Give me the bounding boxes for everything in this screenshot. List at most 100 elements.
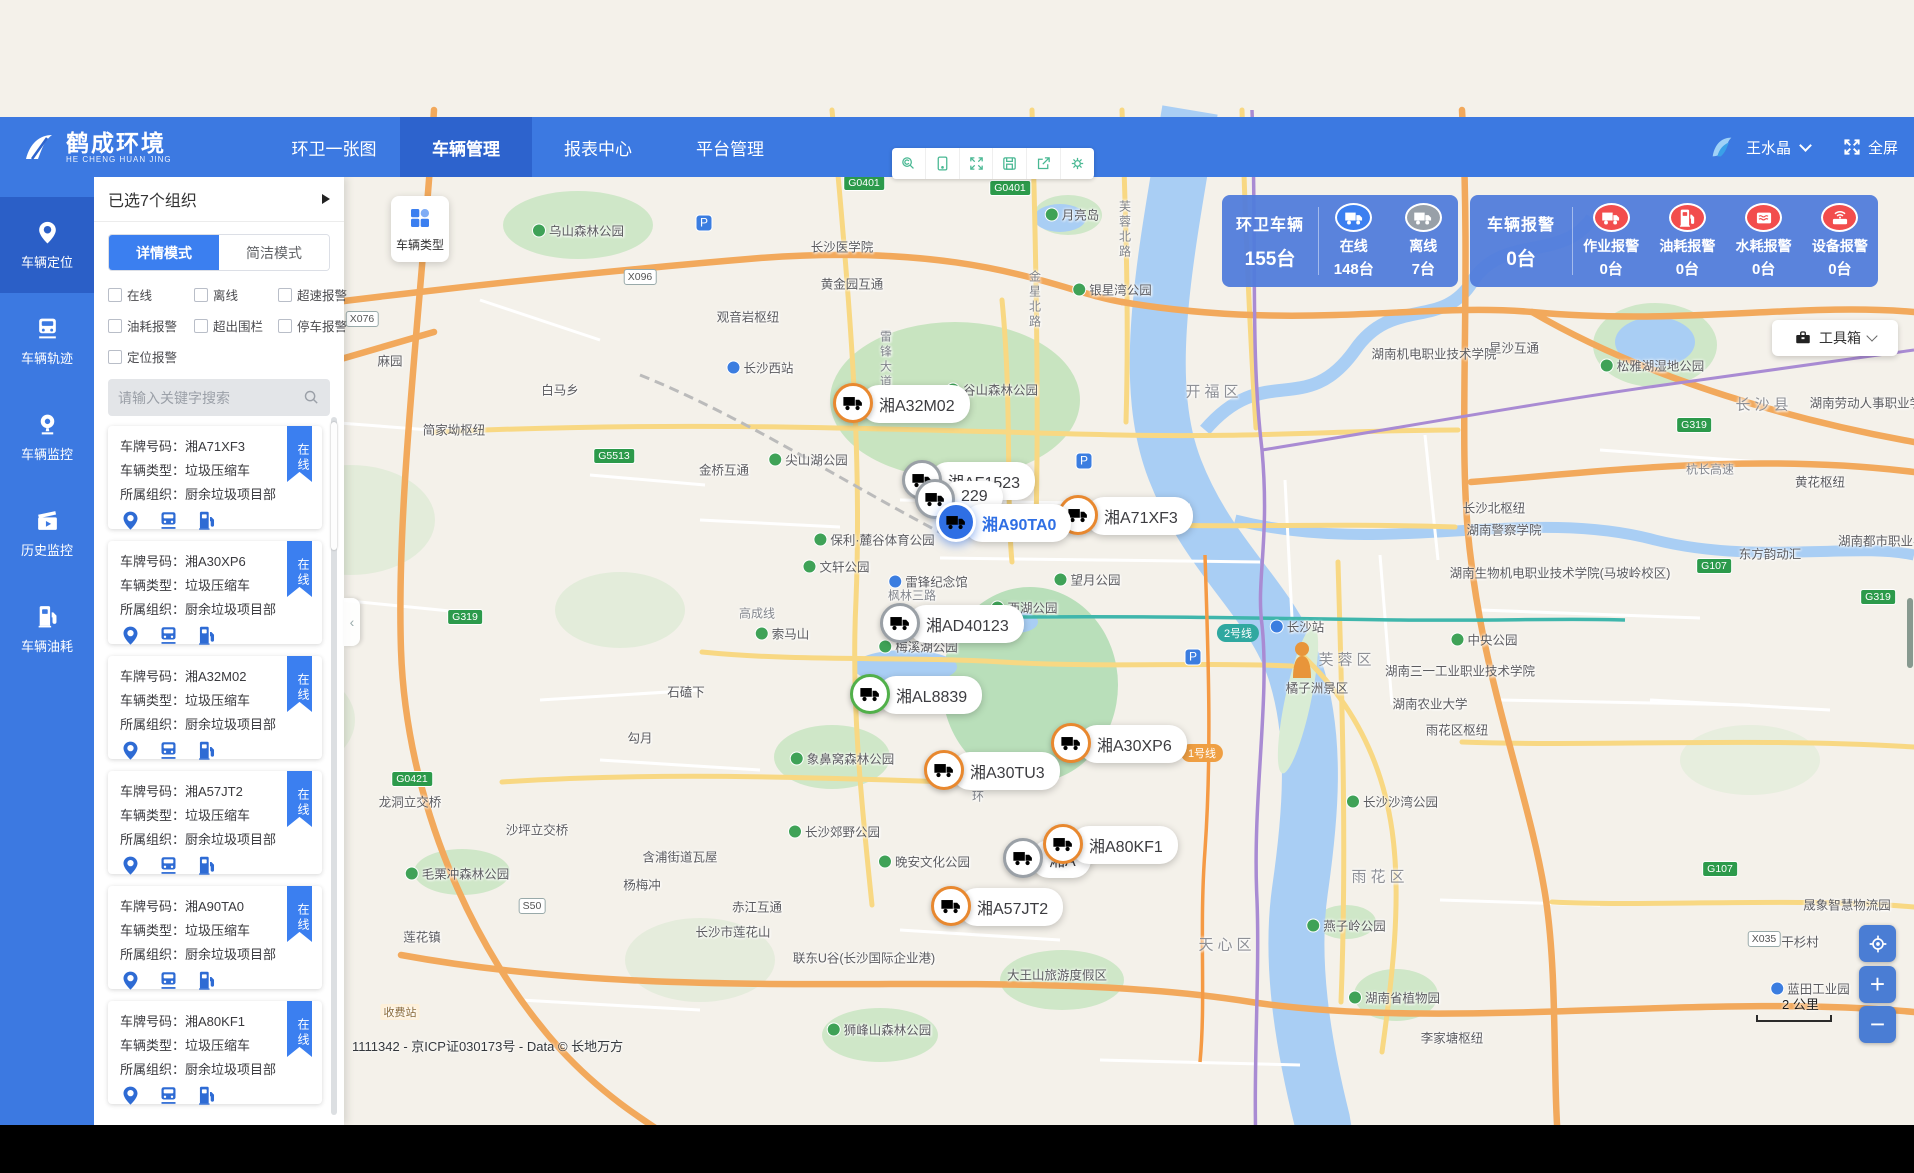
map-label: X076 bbox=[346, 311, 379, 327]
vehicle-marker[interactable]: 湘A90TA0 bbox=[936, 502, 1071, 542]
tab-platform-management[interactable]: 平台管理 bbox=[664, 117, 796, 177]
vehicle-type-button[interactable]: 车辆类型 bbox=[391, 196, 449, 262]
map-label: 杨梅冲 bbox=[623, 875, 661, 894]
work-alarm-label: 作业报警 bbox=[1583, 236, 1639, 256]
vehicle-marker[interactable]: 湘A80KF1 bbox=[1043, 824, 1178, 864]
tab-simple-mode[interactable]: 简洁模式 bbox=[219, 235, 329, 270]
plate-value: 湘A30XP6 bbox=[185, 554, 246, 569]
sidebar-item-vehicle-monitor[interactable]: 车辆监控 bbox=[0, 389, 94, 485]
locate-button[interactable] bbox=[1859, 925, 1896, 962]
device-alarm-count: 0台 bbox=[1828, 258, 1851, 279]
map-search-icon[interactable] bbox=[892, 148, 926, 179]
org-selector[interactable]: 已选7个组织 bbox=[94, 177, 344, 222]
truck-icon bbox=[833, 383, 873, 423]
map-label: P bbox=[1076, 453, 1093, 470]
map-label: 白马乡 bbox=[541, 380, 579, 399]
toolbox-button[interactable]: 工具箱 bbox=[1772, 320, 1898, 356]
vehicle-marker[interactable]: 湘A71XF3 bbox=[1058, 495, 1193, 535]
vehicle-card[interactable]: 在线 车牌号码：湘A57JT2 车辆类型：垃圾压缩车 所属组织：厨余垃圾项目部 bbox=[108, 771, 322, 874]
zoom-out-button[interactable]: − bbox=[1859, 1006, 1896, 1043]
save-view-icon[interactable] bbox=[993, 148, 1027, 179]
water-alarm-stat: 水耗报警 0台 bbox=[1726, 203, 1802, 279]
user-chevron-down-icon[interactable] bbox=[1799, 139, 1812, 152]
vehicle-marker[interactable]: 湘A32M02 bbox=[833, 383, 970, 423]
panel-collapse-handle[interactable]: ‹ bbox=[344, 598, 360, 646]
fuel-record-icon[interactable] bbox=[196, 1085, 217, 1106]
fullscreen-button[interactable]: 全屏 bbox=[1842, 137, 1898, 158]
share-icon[interactable] bbox=[1027, 148, 1061, 179]
fuel-alarm-label: 油耗报警 bbox=[1659, 236, 1715, 256]
fuel-record-icon[interactable] bbox=[196, 510, 217, 531]
tab-report-center[interactable]: 报表中心 bbox=[532, 117, 664, 177]
device-alarm-label: 设备报警 bbox=[1812, 236, 1868, 256]
filter-checkbox[interactable]: 离线 bbox=[194, 285, 278, 304]
checkbox-box bbox=[108, 319, 122, 333]
vehicle-plate-label: 湘AL8839 bbox=[878, 676, 982, 714]
fuel-record-icon[interactable] bbox=[196, 625, 217, 646]
filter-checkbox[interactable]: 定位报警 bbox=[108, 347, 194, 366]
type-value: 垃圾压缩车 bbox=[185, 463, 250, 478]
sidebar-item-history-monitor[interactable]: 历史监控 bbox=[0, 485, 94, 581]
filter-checkbox[interactable]: 油耗报警 bbox=[108, 316, 194, 335]
map-label: 高成线 bbox=[739, 605, 775, 622]
vehicle-marker[interactable]: 湘AL8839 bbox=[850, 674, 982, 714]
vehicle-card[interactable]: 在线 车牌号码：湘A80KF1 车辆类型：垃圾压缩车 所属组织：厨余垃圾项目部 bbox=[108, 1001, 322, 1104]
filter-checkbox[interactable]: 停车报警 bbox=[278, 316, 347, 335]
vehicle-card[interactable]: 在线 车牌号码：湘A30XP6 车辆类型：垃圾压缩车 所属组织：厨余垃圾项目部 bbox=[108, 541, 322, 644]
track-playback-icon[interactable] bbox=[158, 740, 179, 761]
vehicle-marker[interactable]: 湘A57JT2 bbox=[931, 886, 1063, 926]
search-icon[interactable] bbox=[303, 389, 320, 406]
locate-vehicle-icon[interactable] bbox=[120, 625, 141, 646]
map-label: 雨花区 bbox=[1351, 866, 1408, 887]
sidebar-item-vehicle-location[interactable]: 车辆定位 bbox=[0, 197, 94, 293]
fuel-record-icon[interactable] bbox=[196, 740, 217, 761]
vehicle-card[interactable]: 在线 车牌号码：湘A71XF3 车辆类型：垃圾压缩车 所属组织：厨余垃圾项目部 bbox=[108, 426, 322, 529]
mobile-view-icon[interactable] bbox=[926, 148, 960, 179]
settings-gear-icon[interactable] bbox=[1061, 148, 1094, 179]
fuel-record-icon[interactable] bbox=[196, 855, 217, 876]
main-menu: 环卫一张图 车辆管理 报表中心 平台管理 bbox=[268, 117, 796, 177]
alarm-count: 0台 bbox=[1506, 244, 1536, 271]
track-playback-icon[interactable] bbox=[158, 970, 179, 991]
locate-vehicle-icon[interactable] bbox=[120, 970, 141, 991]
zoom-in-button[interactable]: + bbox=[1859, 966, 1896, 1003]
track-playback-icon[interactable] bbox=[158, 625, 179, 646]
sidebar-item-vehicle-fuel[interactable]: 车辆油耗 bbox=[0, 581, 94, 677]
search-input[interactable] bbox=[118, 390, 303, 406]
panel-scrollbar-track[interactable] bbox=[331, 417, 337, 1115]
vehicle-marker[interactable]: 湘A30XP6 bbox=[1051, 723, 1187, 763]
device-alarm-icon bbox=[1821, 203, 1858, 232]
fuel-record-icon[interactable] bbox=[196, 970, 217, 991]
mode-tabs: 详情模式 简洁模式 bbox=[108, 234, 330, 271]
filter-checkbox[interactable]: 超出围栏 bbox=[194, 316, 278, 335]
tab-vehicle-management[interactable]: 车辆管理 bbox=[400, 117, 532, 177]
checkbox-box bbox=[278, 288, 292, 302]
map-label: 天心区 bbox=[1198, 934, 1255, 955]
user-menu[interactable]: 王水晶 bbox=[1746, 137, 1791, 158]
map-label: 干杉村 bbox=[1781, 932, 1819, 951]
sidebar-item-vehicle-track[interactable]: 车辆轨迹 bbox=[0, 293, 94, 389]
track-playback-icon[interactable] bbox=[158, 855, 179, 876]
vehicle-card[interactable]: 在线 车牌号码：湘A32M02 车辆类型：垃圾压缩车 所属组织：厨余垃圾项目部 bbox=[108, 656, 322, 759]
locate-vehicle-icon[interactable] bbox=[120, 740, 141, 761]
panel-scrollbar-thumb[interactable] bbox=[331, 422, 337, 550]
track-playback-icon[interactable] bbox=[158, 510, 179, 531]
expand-map-icon[interactable] bbox=[960, 148, 994, 179]
tab-detail-mode[interactable]: 详情模式 bbox=[109, 235, 219, 270]
page-scrollbar-thumb[interactable] bbox=[1907, 598, 1913, 668]
locate-vehicle-icon[interactable] bbox=[120, 510, 141, 531]
map-label: 沙坪立交桥 bbox=[506, 820, 569, 839]
locate-vehicle-icon[interactable] bbox=[120, 1085, 141, 1106]
track-playback-icon[interactable] bbox=[158, 1085, 179, 1106]
fullscreen-label: 全屏 bbox=[1868, 137, 1898, 158]
type-value: 垃圾压缩车 bbox=[185, 1038, 250, 1053]
filter-checkbox[interactable]: 超速报警 bbox=[278, 285, 347, 304]
map-label: P bbox=[696, 215, 713, 232]
vehicle-card[interactable]: 在线 车牌号码：湘A90TA0 车辆类型：垃圾压缩车 所属组织：厨余垃圾项目部 bbox=[108, 886, 322, 989]
tab-sanitation-map[interactable]: 环卫一张图 bbox=[268, 117, 400, 177]
vehicle-marker[interactable]: 湘A30TU3 bbox=[924, 750, 1060, 790]
filter-checkbox[interactable]: 在线 bbox=[108, 285, 194, 304]
vehicle-marker[interactable]: 湘AD40123 bbox=[880, 603, 1024, 643]
map-label: G5513 bbox=[593, 448, 635, 464]
locate-vehicle-icon[interactable] bbox=[120, 855, 141, 876]
